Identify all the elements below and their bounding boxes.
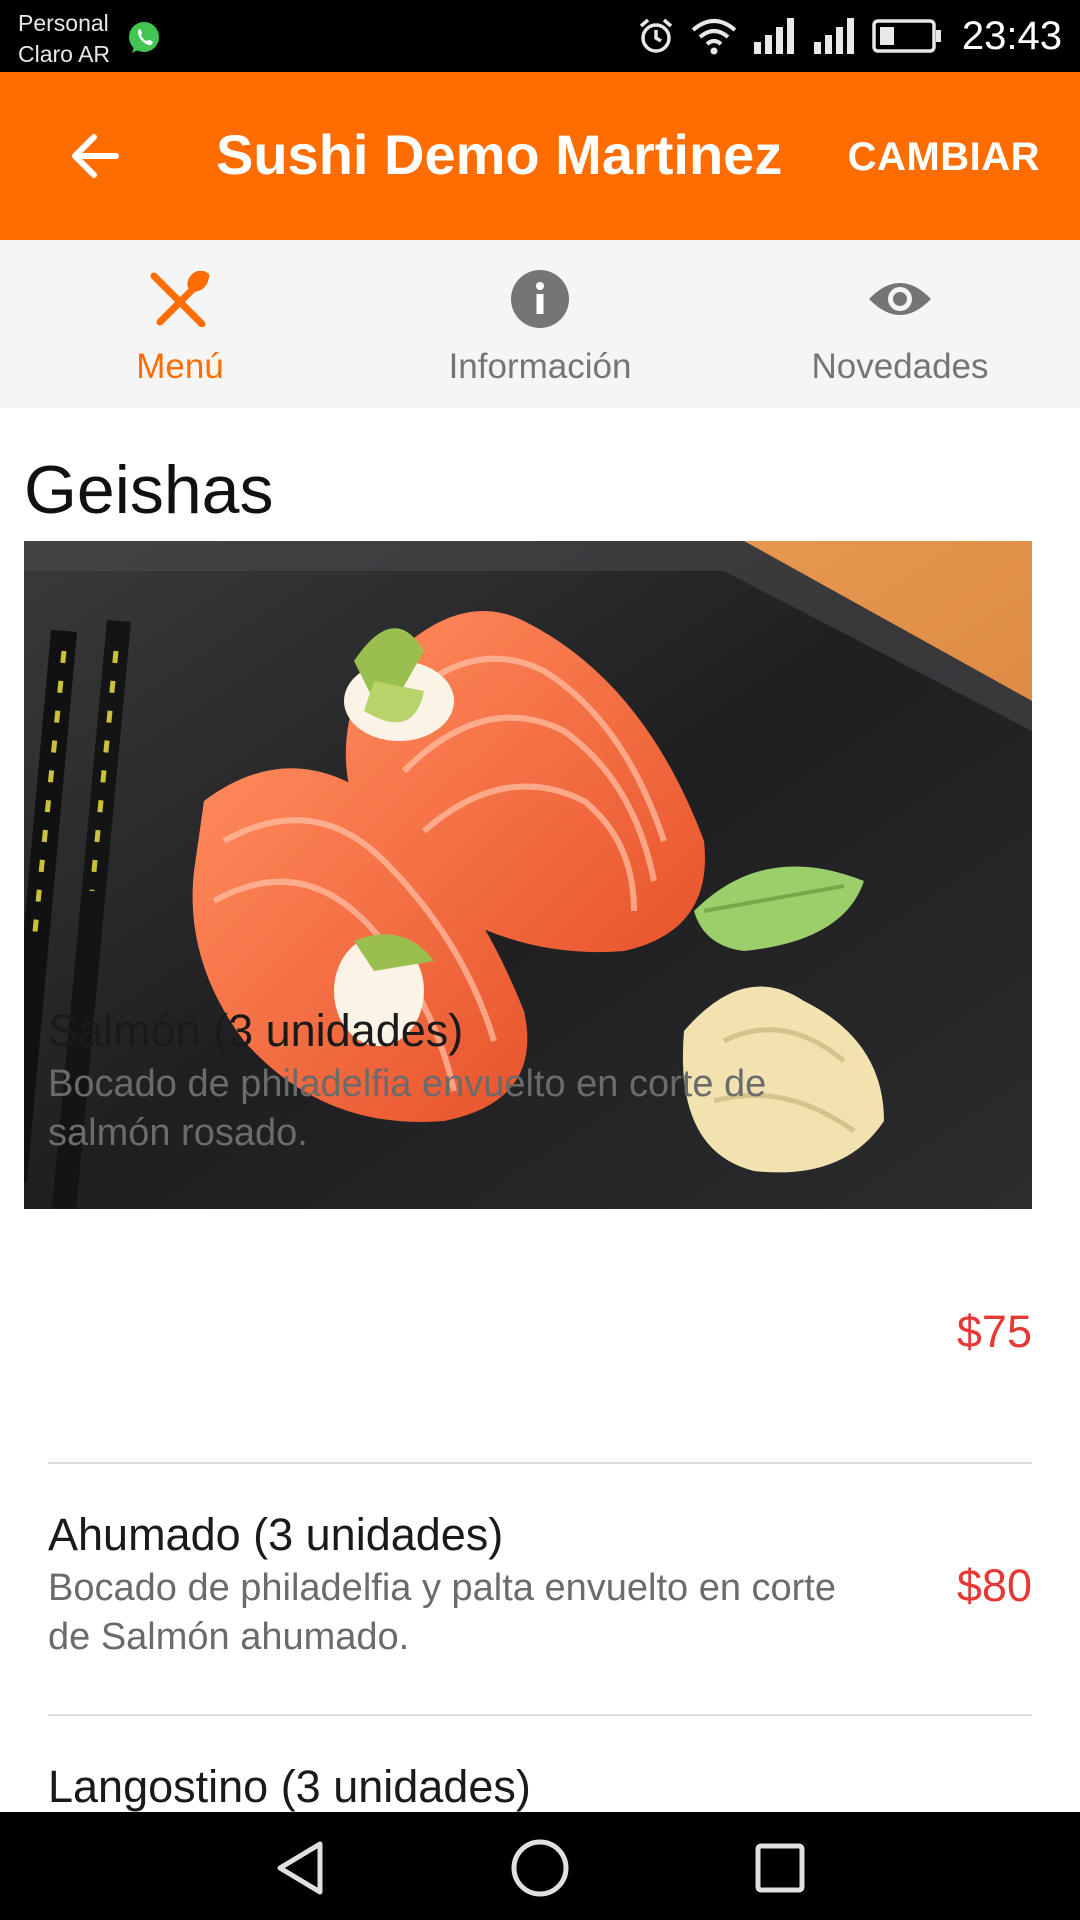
item-name: Ahumado (3 unidades) <box>48 1509 504 1560</box>
battery-icon <box>872 19 941 53</box>
tab-novedades[interactable]: Novedades <box>720 240 1080 408</box>
app-bar: Sushi Demo Martinez CAMBIAR <box>0 72 1080 240</box>
triangle-back-icon <box>277 1841 323 1895</box>
divider <box>48 1462 1032 1464</box>
carrier-info: Personal Claro AR <box>18 8 110 70</box>
item-description: Bocado de philadelfia y palta envuelto e… <box>48 1567 836 1658</box>
tab-menu[interactable]: Menú <box>0 240 360 408</box>
tab-novedades-label: Novedades <box>811 347 989 386</box>
eye-icon <box>867 266 933 332</box>
app-title: Sushi Demo Martinez <box>216 123 783 186</box>
item-price: $80 <box>956 1560 1032 1611</box>
alarm-icon <box>639 18 673 53</box>
tab-bar: Menú Información Novedades <box>0 240 1080 408</box>
item-name: Langostino (3 unidades) <box>48 1761 531 1812</box>
info-icon <box>507 266 573 332</box>
wifi-icon <box>691 19 737 55</box>
nav-recents-button[interactable] <box>748 1836 812 1900</box>
fork-spoon-icon <box>147 266 213 332</box>
nav-back-button[interactable] <box>268 1836 332 1900</box>
signal-icon <box>753 18 794 54</box>
change-button[interactable]: CAMBIAR <box>848 132 1040 182</box>
menu-content[interactable]: Geishas Salmón (3 unidades) Bocado de ph… <box>0 408 1080 1812</box>
item-description: Bocado de philadelfia envuelto en corte … <box>48 1063 767 1154</box>
menu-item[interactable]: Ahumado (3 unidades) Bocado de philadelf… <box>48 1508 1032 1662</box>
menu-item[interactable]: Salmón (3 unidades) Bocado de philadelfi… <box>48 1004 1032 1158</box>
menu-item[interactable]: Langostino (3 unidades) <box>48 1760 1032 1812</box>
tab-informacion[interactable]: Información <box>360 240 720 408</box>
circle-home-icon <box>511 1839 569 1897</box>
carrier-line-2: Claro AR <box>18 41 111 67</box>
section-title: Geishas <box>24 452 274 528</box>
arrow-back-icon <box>72 134 119 178</box>
clock: 23:43 <box>961 13 1062 58</box>
square-recents-icon <box>755 1843 805 1893</box>
divider <box>48 1714 1032 1716</box>
whatsapp-icon <box>129 22 159 53</box>
tab-menu-label: Menú <box>136 347 224 386</box>
navigation-bar <box>0 1812 1080 1920</box>
carrier-line-1: Personal <box>18 10 109 36</box>
status-bar: Personal Claro AR 23:43 <box>0 0 1080 72</box>
item-price: $75 <box>956 1306 1032 1357</box>
status-icons: 23:43 <box>636 0 1062 72</box>
tab-informacion-label: Información <box>448 347 632 386</box>
signal-icon <box>813 18 854 54</box>
item-name: Salmón (3 unidades) <box>48 1005 464 1056</box>
nav-home-button[interactable] <box>508 1836 572 1900</box>
back-button[interactable] <box>62 124 126 188</box>
